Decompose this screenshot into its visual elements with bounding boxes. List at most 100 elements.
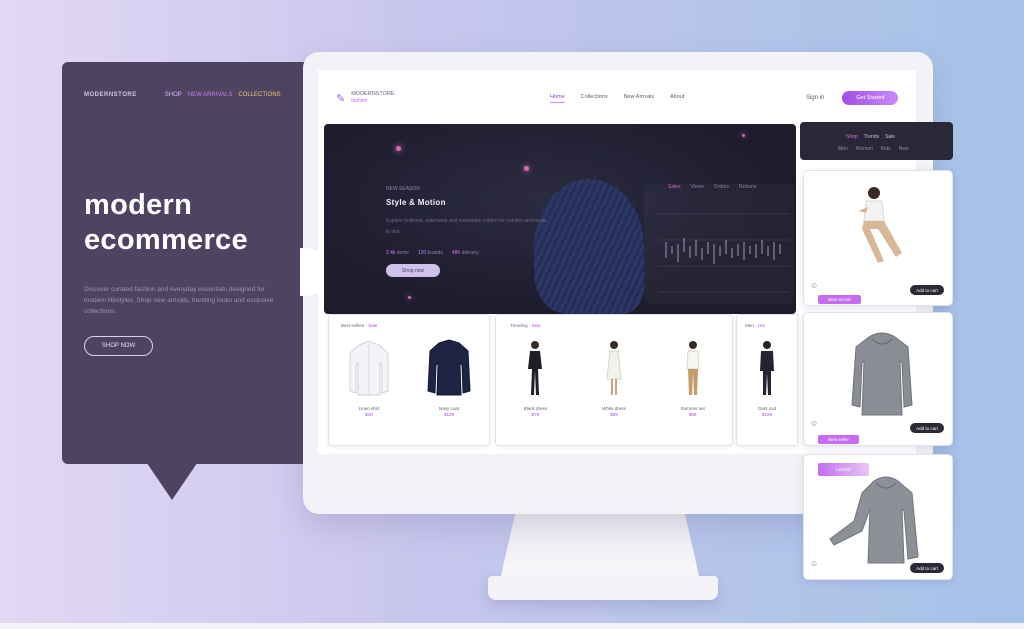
model-black-image	[528, 341, 543, 395]
spark-decoration	[742, 134, 745, 137]
left-brand-links: SHOP NEW ARRIVALS COLLECTIONS	[165, 92, 281, 98]
product-price: $199	[761, 412, 772, 417]
featured-product-card[interactable]: Best seller ☺ Add to cart	[803, 312, 953, 446]
mini-nav-link[interactable]: Kids	[881, 146, 891, 152]
product-badge: New arrival	[818, 295, 861, 304]
add-to-cart-button[interactable]: Add to cart	[910, 423, 944, 433]
hero-stat: 2.4k items	[386, 250, 409, 256]
product-item[interactable]: Linen shirt $49	[339, 339, 399, 417]
left-cta-button[interactable]: SHOP NOW	[84, 336, 153, 356]
product-group-tag: New	[531, 323, 541, 328]
left-brand-link[interactable]: NEW ARRIVALS	[188, 92, 233, 98]
signin-link[interactable]: Sign in	[806, 95, 824, 101]
mini-nav-link[interactable]: Shop	[846, 134, 858, 140]
mini-nav-link[interactable]: Women	[856, 146, 873, 152]
site-logo[interactable]: ✎ MODERNSTORE fashion	[336, 91, 395, 105]
product-item[interactable]: Navy coat $129	[419, 339, 479, 417]
nav-right: Sign in Get Started	[806, 91, 899, 105]
product-item[interactable]: Black dress $79	[505, 339, 565, 417]
hero-stat: 48h delivery	[452, 250, 479, 256]
hero-banner: NEW SEASON Style & Motion Explore knitwe…	[324, 124, 796, 314]
chart-tab[interactable]: Sales	[668, 184, 681, 190]
hero-stat-value: 120	[417, 250, 427, 256]
hero-eyebrow: NEW SEASON	[386, 186, 420, 192]
hero-text: Explore knitwear, outerwear and essentia…	[386, 218, 547, 235]
grey-hoodie-2-image	[829, 476, 919, 564]
featured-product-card[interactable]: Limited ☺ Add to cart	[803, 454, 953, 580]
product-group-head: Men	[745, 323, 754, 328]
spark-decoration	[524, 166, 529, 171]
chart-tabs: Sales Views Orders Returns	[668, 184, 757, 190]
hero-shop-button[interactable]: Shop now	[386, 264, 440, 277]
add-to-cart-button[interactable]: Add to cart	[910, 285, 944, 295]
product-card-group: Trending · New Black dress $79 White dre…	[495, 314, 733, 446]
logo-name: MODERNSTORE	[351, 91, 395, 97]
product-group-tag: Hot	[757, 323, 765, 328]
chart-tab[interactable]: Orders	[714, 184, 729, 190]
left-brand-link[interactable]: SHOP	[165, 92, 182, 98]
product-price: $49	[365, 412, 373, 417]
logo-icon: ✎	[336, 92, 346, 105]
product-name: Dark suit	[758, 406, 776, 411]
hero-stat-label: items	[396, 250, 409, 256]
product-name: Navy coat	[438, 406, 459, 411]
product-name: Black dress	[523, 406, 547, 411]
analytics-widget: Sales Views Orders Returns	[644, 184, 794, 304]
product-price: $129	[443, 412, 454, 417]
product-item[interactable]: White dress $89	[584, 339, 644, 417]
product-item[interactable]: Dark suit $199	[737, 339, 797, 417]
nav-link-home[interactable]: Home	[550, 94, 565, 103]
product-item[interactable]: Summer set $69	[663, 339, 723, 417]
wishlist-icon[interactable]: ☺	[810, 419, 818, 428]
bottom-strip	[0, 623, 1024, 629]
left-panel-tail	[138, 450, 206, 500]
spark-decoration	[408, 296, 411, 299]
mini-nav-link[interactable]: Men	[838, 146, 848, 152]
get-started-button[interactable]: Get Started	[842, 91, 899, 105]
product-name: Summer set	[680, 406, 705, 411]
mini-nav-link[interactable]: New	[899, 146, 909, 152]
monitor-stand-base	[488, 576, 718, 600]
product-card-group: Men · Hot Dark suit $199	[736, 314, 798, 446]
nav-link-collections[interactable]: Collections	[581, 94, 608, 103]
hero-stat-value: 2.4k	[386, 250, 396, 256]
product-price: $69	[688, 412, 697, 417]
hero-stat: 120 brands	[418, 250, 443, 256]
wishlist-icon[interactable]: ☺	[810, 281, 818, 290]
hero-title: Style & Motion	[386, 198, 446, 207]
product-name: White dress	[602, 406, 626, 411]
nav-link-about[interactable]: About	[670, 94, 684, 103]
mini-nav-link[interactable]: Trends	[864, 134, 879, 140]
nav-link-new-arrivals[interactable]: New Arrivals	[624, 94, 655, 103]
product-items: Dark suit $199	[737, 339, 797, 417]
hero-description: Discover curated fashion and everyday es…	[84, 286, 274, 315]
product-group-title: Trending · New	[510, 323, 541, 328]
model-white-dress-image	[606, 341, 622, 395]
nav-links: Home Collections New Arrivals About	[550, 94, 685, 103]
left-brand-link[interactable]: COLLECTIONS	[238, 92, 280, 98]
hero-stats: 2.4k items 120 brands 48h delivery	[386, 250, 479, 256]
product-group-head: Trending	[510, 323, 528, 328]
left-panel	[62, 62, 312, 464]
chart-tab[interactable]: Returns	[739, 184, 757, 190]
grey-hoodie-image	[851, 332, 913, 416]
left-brand-row: MODERNSTORE SHOP NEW ARRIVALS COLLECTION…	[84, 92, 281, 98]
product-items: Linen shirt $49 Navy coat $129	[329, 339, 489, 417]
product-price: $89	[610, 412, 618, 417]
chart-tab[interactable]: Views	[691, 184, 704, 190]
add-to-cart-button[interactable]: Add to cart	[910, 563, 944, 573]
featured-product-card[interactable]: New arrival ☺ Add to cart	[803, 170, 953, 306]
product-card-group: Best sellers · Sale Linen shirt $49 Navy…	[328, 314, 490, 446]
monitor-stand-neck	[500, 510, 700, 580]
product-name: Linen shirt	[358, 406, 380, 411]
logo-sub: fashion	[351, 98, 368, 104]
mini-nav-link[interactable]: Sale	[885, 134, 895, 140]
logo-text: MODERNSTORE fashion	[351, 91, 394, 105]
product-items: Black dress $79 White dress $89 Summer s…	[496, 339, 732, 417]
mini-nav-row: Shop Trends Sale	[846, 134, 895, 140]
product-group-title: Men · Hot	[745, 323, 765, 328]
mini-nav-row: Men Women Kids New	[838, 146, 909, 152]
product-group-tag: Sale	[368, 323, 378, 328]
wishlist-icon[interactable]: ☺	[810, 559, 818, 568]
sparkline-chart	[658, 213, 790, 293]
